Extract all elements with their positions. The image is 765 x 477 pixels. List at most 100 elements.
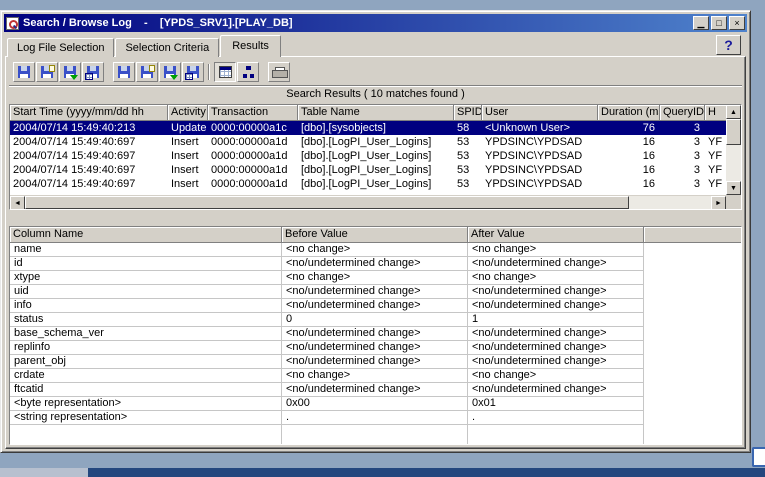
tab-results[interactable]: Results	[220, 35, 281, 57]
detail-cell: base_schema_ver	[10, 327, 282, 340]
result-cell: 3	[660, 163, 705, 177]
detail-row[interactable]: uid<no/undetermined change><no/undetermi…	[10, 285, 644, 299]
result-cell: 76	[598, 121, 660, 135]
export-rows-grid-button[interactable]	[182, 62, 204, 82]
results-column-header[interactable]: Table Name	[298, 105, 454, 121]
detail-row[interactable]: base_schema_ver<no/undetermined change><…	[10, 327, 644, 341]
detail-row[interactable]: ftcatid<no/undetermined change><no/undet…	[10, 383, 644, 397]
app-window: Search / Browse Log - [YPDS_SRV1].[PLAY_…	[0, 10, 751, 453]
tab-selection-criteria[interactable]: Selection Criteria	[115, 38, 219, 57]
grid-column-line	[467, 243, 468, 444]
result-cell: [dbo].[LogPI_User_Logins]	[298, 135, 454, 149]
vertical-scroll-track[interactable]	[726, 145, 741, 181]
grid-view-icon	[219, 66, 232, 78]
detail-cell: ftcatid	[10, 383, 282, 396]
detail-cell: .	[282, 411, 468, 424]
background-dialog-fragment	[752, 447, 765, 467]
detail-cell: <no/undetermined change>	[282, 299, 468, 312]
results-column-header[interactable]: SPID	[454, 105, 482, 121]
results-column-header[interactable]: H	[705, 105, 726, 121]
result-cell: 0000:00000a1d	[208, 149, 298, 163]
save-log-button[interactable]	[13, 62, 35, 82]
result-cell: YPDSINC\YPDSAD	[482, 149, 598, 163]
detail-row[interactable]: info<no/undetermined change><no/undeterm…	[10, 299, 644, 313]
export-rows-button[interactable]	[159, 62, 181, 82]
print-button[interactable]	[268, 62, 290, 82]
detail-cell: 0x00	[282, 397, 468, 410]
detail-column-header[interactable]: Before Value	[282, 227, 468, 243]
result-cell: YPDSINC\YPDSAD	[482, 163, 598, 177]
pane-splitter[interactable]	[8, 210, 743, 226]
tab-log-file-selection[interactable]: Log File Selection	[7, 38, 114, 57]
horizontal-scroll-thumb[interactable]	[25, 196, 629, 209]
result-cell: 58	[454, 121, 482, 135]
result-row[interactable]: 2004/07/14 15:49:40:213Update0000:00000a…	[10, 121, 726, 135]
grid-column-line	[281, 243, 282, 444]
result-row[interactable]: 2004/07/14 15:49:40:697Insert0000:00000a…	[10, 135, 726, 149]
detail-cell: <no change>	[282, 243, 468, 256]
scroll-left-icon: ◄	[14, 200, 21, 207]
detail-row[interactable]: <byte representation>0x000x01	[10, 397, 644, 411]
horizontal-scroll-track[interactable]	[25, 196, 711, 209]
scroll-down-icon: ▼	[730, 185, 737, 192]
detail-cell: <no change>	[468, 369, 644, 382]
save-rows-button[interactable]	[113, 62, 135, 82]
grid-overlay-icon	[85, 73, 93, 80]
results-column-header[interactable]: Duration (ms)	[598, 105, 660, 121]
results-column-header[interactable]: Transaction	[208, 105, 298, 121]
grid-overlay-icon	[185, 73, 193, 80]
detail-column-header[interactable]: After Value	[468, 227, 644, 243]
scroll-right-button[interactable]: ►	[711, 196, 726, 210]
export-log-button[interactable]	[59, 62, 81, 82]
export-log-grid-button[interactable]	[82, 62, 104, 82]
detail-cell: <no change>	[282, 271, 468, 284]
maximize-button[interactable]: □	[711, 16, 727, 30]
results-summary: Search Results ( 10 matches found )	[8, 87, 743, 102]
detail-column-header[interactable]: Column Name	[10, 227, 282, 243]
detail-row[interactable]: id<no/undetermined change><no/undetermin…	[10, 257, 644, 271]
help-button[interactable]: ?	[716, 35, 741, 55]
scroll-up-button[interactable]: ▲	[726, 105, 741, 119]
horizontal-scrollbar[interactable]: ◄ ►	[10, 195, 741, 209]
result-cell: 16	[598, 135, 660, 149]
detail-cell: <string representation>	[10, 411, 282, 424]
vertical-scroll-thumb[interactable]	[726, 119, 741, 145]
result-cell: 2004/07/14 15:49:40:697	[10, 135, 168, 149]
detail-row[interactable]: replinfo<no/undetermined change><no/unde…	[10, 341, 644, 355]
copy-rows-button[interactable]	[136, 62, 158, 82]
vertical-scrollbar[interactable]: ▲ ▼	[726, 105, 741, 195]
hierarchy-view-button[interactable]	[237, 62, 259, 82]
minimize-button[interactable]: ▁	[693, 16, 709, 30]
result-cell: 16	[598, 149, 660, 163]
grid-view-button[interactable]	[214, 62, 236, 82]
result-cell: 0000:00000a1c	[208, 121, 298, 135]
copy-log-button[interactable]	[36, 62, 58, 82]
result-cell: 53	[454, 163, 482, 177]
results-column-header[interactable]: Start Time (yyyy/mm/dd hh	[10, 105, 168, 121]
result-cell: 53	[454, 149, 482, 163]
arrow-overlay-icon	[170, 75, 178, 80]
result-cell: 3	[660, 135, 705, 149]
detail-row[interactable]: crdate<no change><no change>	[10, 369, 644, 383]
client-area: Log File SelectionSelection CriteriaResu…	[4, 32, 747, 449]
detail-row[interactable]: name<no change><no change>	[10, 243, 644, 257]
result-row[interactable]: 2004/07/14 15:49:40:697Insert0000:00000a…	[10, 177, 726, 191]
detail-rows: name<no change><no change>id<no/undeterm…	[10, 243, 741, 425]
detail-cell: <no/undetermined change>	[282, 285, 468, 298]
detail-row[interactable]: parent_obj<no/undetermined change><no/un…	[10, 355, 644, 369]
results-column-header[interactable]: User	[482, 105, 598, 121]
result-cell: 16	[598, 163, 660, 177]
title-bar[interactable]: Search / Browse Log - [YPDS_SRV1].[PLAY_…	[4, 14, 747, 32]
result-row[interactable]: 2004/07/14 15:49:40:697Insert0000:00000a…	[10, 149, 726, 163]
detail-header-filler	[644, 227, 741, 243]
result-row[interactable]: 2004/07/14 15:49:40:697Insert0000:00000a…	[10, 163, 726, 177]
detail-row[interactable]: xtype<no change><no change>	[10, 271, 644, 285]
close-button[interactable]: ×	[729, 16, 745, 30]
result-cell: Insert	[168, 177, 208, 191]
scroll-left-button[interactable]: ◄	[10, 196, 25, 210]
scroll-down-button[interactable]: ▼	[726, 181, 741, 195]
results-column-header[interactable]: QueryID	[660, 105, 705, 121]
detail-row[interactable]: <string representation>..	[10, 411, 644, 425]
detail-row[interactable]: status01	[10, 313, 644, 327]
results-column-header[interactable]: Activity	[168, 105, 208, 121]
